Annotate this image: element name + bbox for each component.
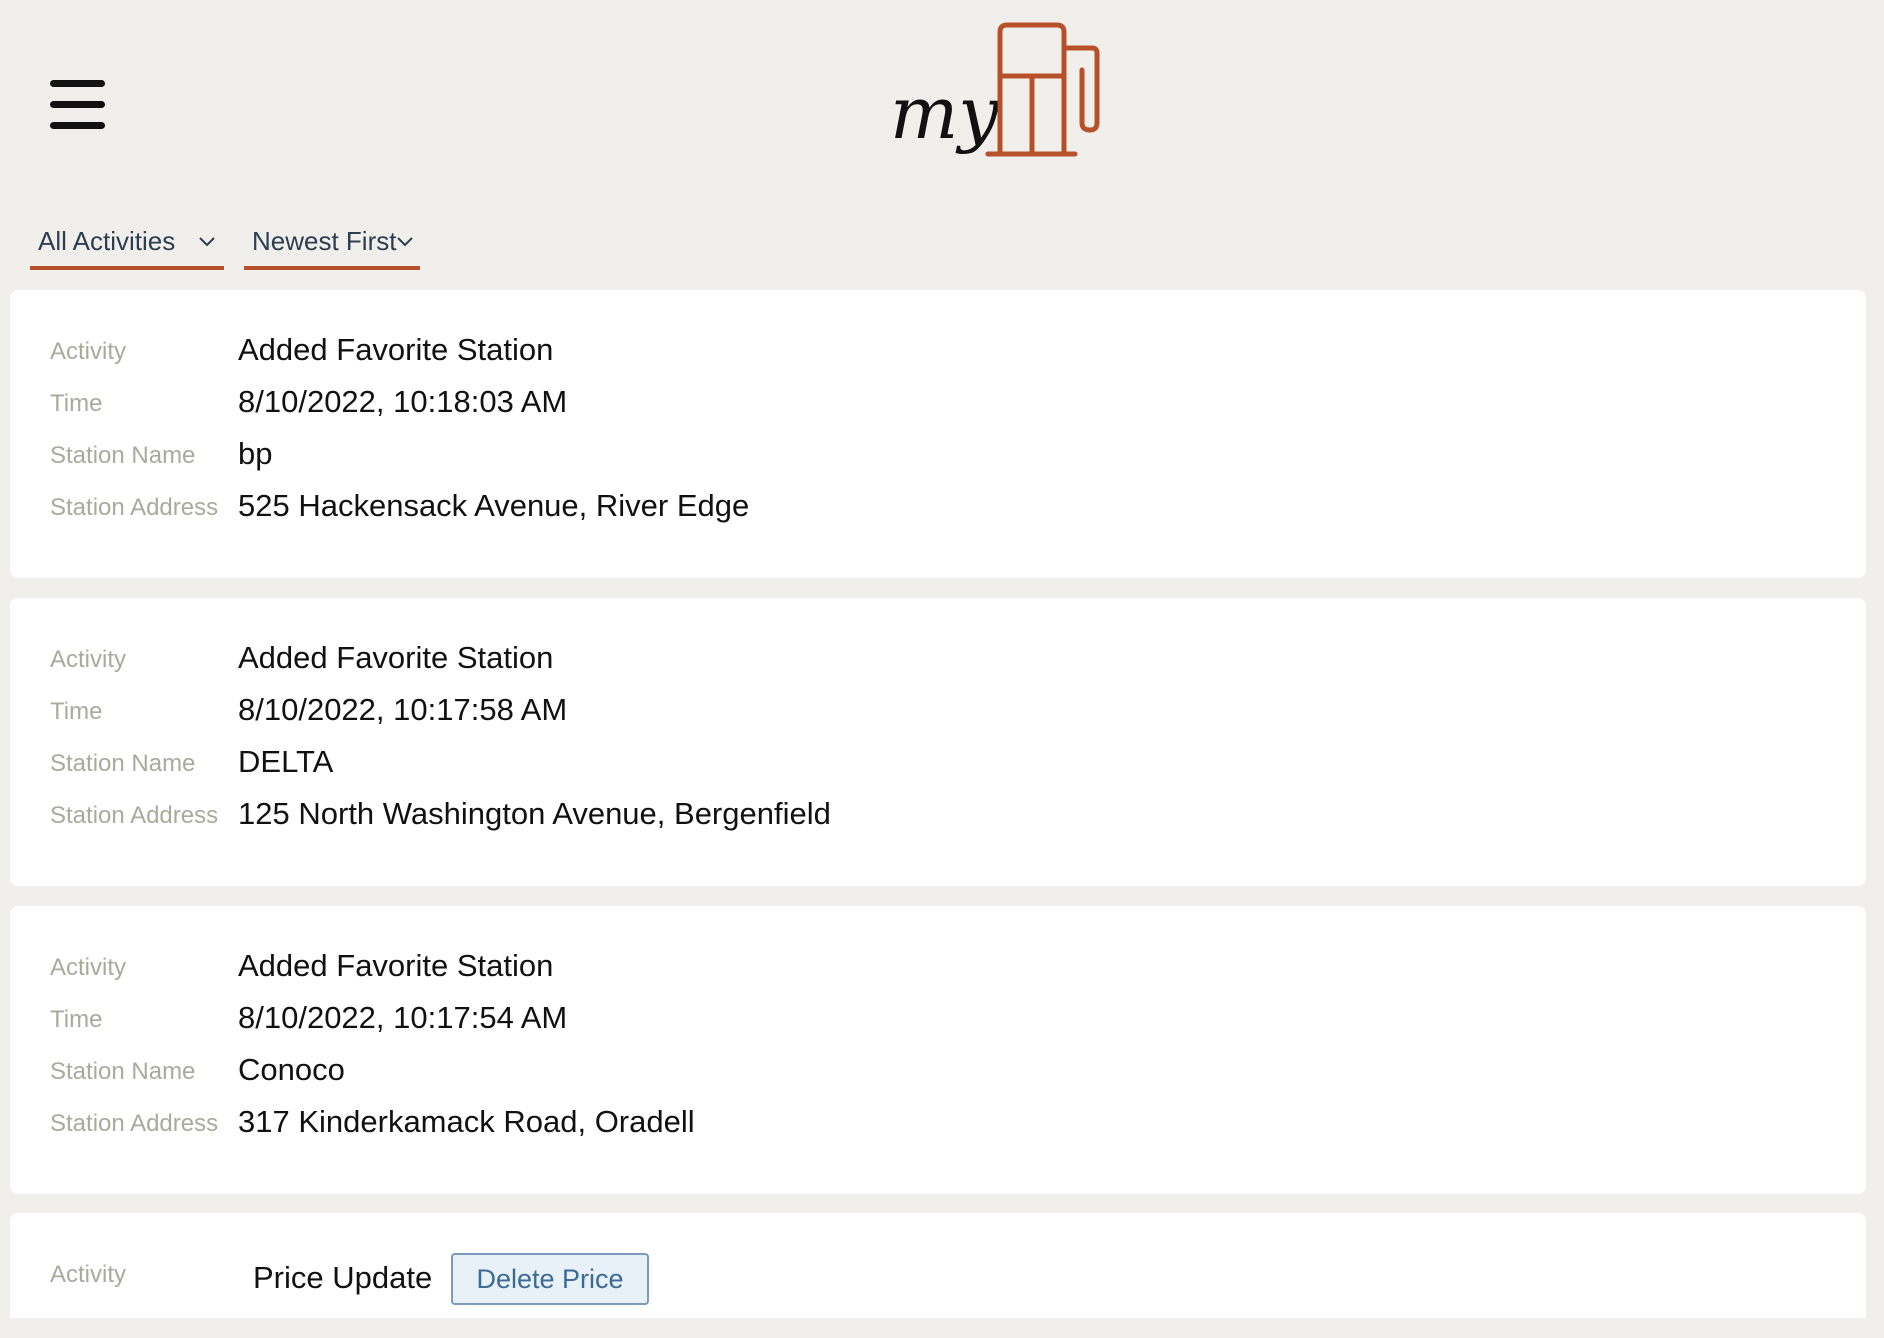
time-label: Time — [50, 698, 103, 725]
activity-label: Activity — [50, 1261, 127, 1288]
time-value: 8/10/2022, 10:17:58 AM — [238, 692, 568, 727]
delete-price-button[interactable]: Delete Price — [451, 1253, 649, 1305]
app-header: my — [0, 0, 1884, 200]
hamburger-menu-icon[interactable] — [48, 78, 108, 132]
activity-filter-dropdown[interactable]: All Activities — [30, 222, 224, 270]
station-name-row: Station Name bp — [10, 436, 1810, 476]
activity-value: Added Favorite Station — [238, 332, 554, 367]
activity-card: Activity Price Update Delete Price — [10, 1213, 1866, 1318]
activity-value: Price Update — [253, 1260, 433, 1295]
activity-label: Activity — [50, 338, 127, 365]
activity-label: Activity — [50, 646, 127, 673]
station-name-value: bp — [238, 436, 273, 471]
station-address-label: Station Address — [50, 494, 219, 521]
activity-value: Added Favorite Station — [238, 640, 554, 675]
station-address-row: Station Address 125 North Washington Ave… — [10, 796, 1810, 836]
activity-card: Activity Added Favorite Station Time 8/1… — [10, 290, 1866, 578]
chevron-down-icon — [397, 237, 413, 247]
activity-row: Activity Price Update — [10, 1255, 1810, 1295]
sort-order-label: Newest First — [252, 226, 397, 256]
app-logo[interactable]: my — [890, 20, 1110, 195]
station-address-value: 525 Hackensack Avenue, River Edge — [238, 488, 750, 523]
station-name-value: Conoco — [238, 1052, 345, 1087]
station-address-value: 317 Kinderkamack Road, Oradell — [238, 1104, 695, 1139]
station-address-label: Station Address — [50, 802, 219, 829]
time-value: 8/10/2022, 10:17:54 AM — [238, 1000, 568, 1035]
activity-label: Activity — [50, 954, 127, 981]
activity-row: Activity Added Favorite Station — [10, 948, 1810, 988]
station-address-label: Station Address — [50, 1110, 219, 1137]
station-address-value: 125 North Washington Avenue, Bergenfield — [238, 796, 831, 831]
station-name-row: Station Name Conoco — [10, 1052, 1810, 1092]
time-label: Time — [50, 1006, 103, 1033]
station-name-label: Station Name — [50, 1058, 196, 1085]
fuel-pump-icon — [985, 22, 1100, 157]
activity-row: Activity Added Favorite Station — [10, 640, 1810, 680]
station-address-row: Station Address 525 Hackensack Avenue, R… — [10, 488, 1810, 528]
station-name-label: Station Name — [50, 750, 196, 777]
time-row: Time 8/10/2022, 10:17:54 AM — [10, 1000, 1810, 1040]
station-address-row: Station Address 317 Kinderkamack Road, O… — [10, 1104, 1810, 1144]
activity-card: Activity Added Favorite Station Time 8/1… — [10, 598, 1866, 886]
station-name-value: DELTA — [238, 744, 334, 779]
time-row: Time 8/10/2022, 10:17:58 AM — [10, 692, 1810, 732]
time-label: Time — [50, 390, 103, 417]
logo-text: my — [890, 71, 1000, 155]
time-value: 8/10/2022, 10:18:03 AM — [238, 384, 568, 419]
chevron-down-icon — [199, 237, 215, 247]
sort-order-dropdown[interactable]: Newest First — [244, 222, 420, 270]
activity-filter-label: All Activities — [38, 226, 176, 256]
station-name-row: Station Name DELTA — [10, 744, 1810, 784]
activity-card: Activity Added Favorite Station Time 8/1… — [10, 906, 1866, 1194]
time-row: Time 8/10/2022, 10:18:03 AM — [10, 384, 1810, 424]
activity-row: Activity Added Favorite Station — [10, 332, 1810, 372]
activity-value: Added Favorite Station — [238, 948, 554, 983]
station-name-label: Station Name — [50, 442, 196, 469]
